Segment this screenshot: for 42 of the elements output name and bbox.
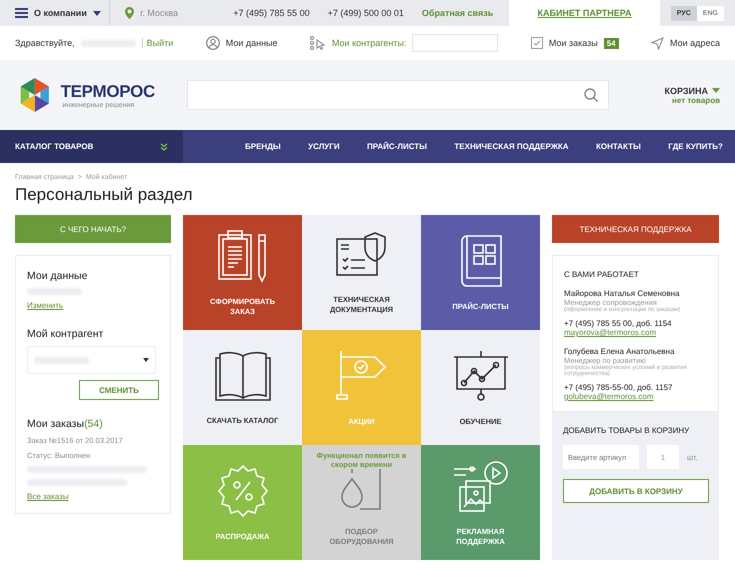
add-to-cart-button[interactable]: ДОБАВИТЬ В КОРЗИНУ — [563, 479, 709, 503]
orders-count: (54) — [84, 418, 103, 430]
logout-link[interactable]: Выйти — [142, 38, 174, 48]
section-heading: Мои данные — [27, 270, 88, 282]
nav-link[interactable]: УСЛУГИ — [308, 142, 340, 151]
manager-name: Голубева Елена Анатольевна — [564, 347, 674, 356]
nav-link[interactable]: ТЕХНИЧЕСКАЯ ПОДДЕРЖКА — [454, 142, 569, 151]
my-orders-link[interactable]: Мои заказы — [548, 38, 598, 48]
cart-status: нет товаров — [672, 96, 720, 104]
phone-number: +7 (495) 785 55 00 — [233, 8, 310, 18]
manager-email-link[interactable]: mayorova@termoros.com — [564, 328, 656, 337]
greeting-text: Здравствуйте, — [15, 38, 75, 48]
manager-phone: +7 (495) 785-55-00, доб. 1157 — [564, 383, 673, 392]
phone-number: +7 (499) 500 00 01 — [328, 8, 404, 18]
manager-email-link[interactable]: golubeva@termoros.com — [564, 392, 654, 401]
tech-support-button[interactable]: ТЕХНИЧЕСКАЯ ПОДДЕРЖКА — [552, 215, 719, 243]
section-heading: Мой контрагент — [27, 328, 104, 340]
manager-phone: +7 (495) 785 55 00, доб. 1154 — [564, 319, 672, 328]
my-data-link[interactable]: Мои данные — [226, 38, 278, 48]
nav-link[interactable]: ПРАЙС-ЛИСТЫ — [366, 142, 427, 151]
edit-link[interactable]: Изменить — [27, 301, 64, 310]
about-menu[interactable]: О компании — [34, 8, 87, 18]
counterparties-label: Мои контрагенты: — [332, 38, 406, 48]
nav-link[interactable]: ГДЕ КУПИТЬ? — [668, 142, 723, 151]
manager-name: Майорова Наталья Семеновна — [564, 289, 680, 298]
nav-link[interactable]: КОНТАКТЫ — [596, 142, 641, 151]
nav-link[interactable]: БРЕНДЫ — [245, 142, 281, 151]
catalog-menu[interactable]: КАТАЛОГ ТОВАРОВ — [0, 130, 183, 163]
page-title: Персональный раздел — [15, 184, 194, 206]
city-link[interactable]: г. Москва — [140, 8, 178, 18]
cart-title[interactable]: КОРЗИНА — [664, 86, 708, 96]
my-addresses-link[interactable]: Мои адреса — [670, 38, 720, 48]
all-orders-link[interactable]: Все заказы — [27, 492, 69, 501]
logo-name: ТЕРМОРОС — [60, 82, 155, 102]
partner-cabinet-link[interactable]: КАБИНЕТ ПАРТНЕРА — [509, 0, 660, 26]
orders-count-badge: 54 — [604, 38, 619, 48]
section-heading: Мои заказы — [27, 418, 84, 430]
section-heading: ДОБАВИТЬ ТОВАРЫ В КОРЗИНУ — [563, 426, 690, 435]
getting-started-button[interactable]: С ЧЕГО НАЧАТЬ? — [15, 215, 171, 243]
feedback-link[interactable]: Обратная связь — [422, 8, 494, 18]
section-heading: С ВАМИ РАБОТАЕТ — [564, 270, 640, 279]
change-button[interactable]: СМЕНИТЬ — [79, 380, 159, 400]
